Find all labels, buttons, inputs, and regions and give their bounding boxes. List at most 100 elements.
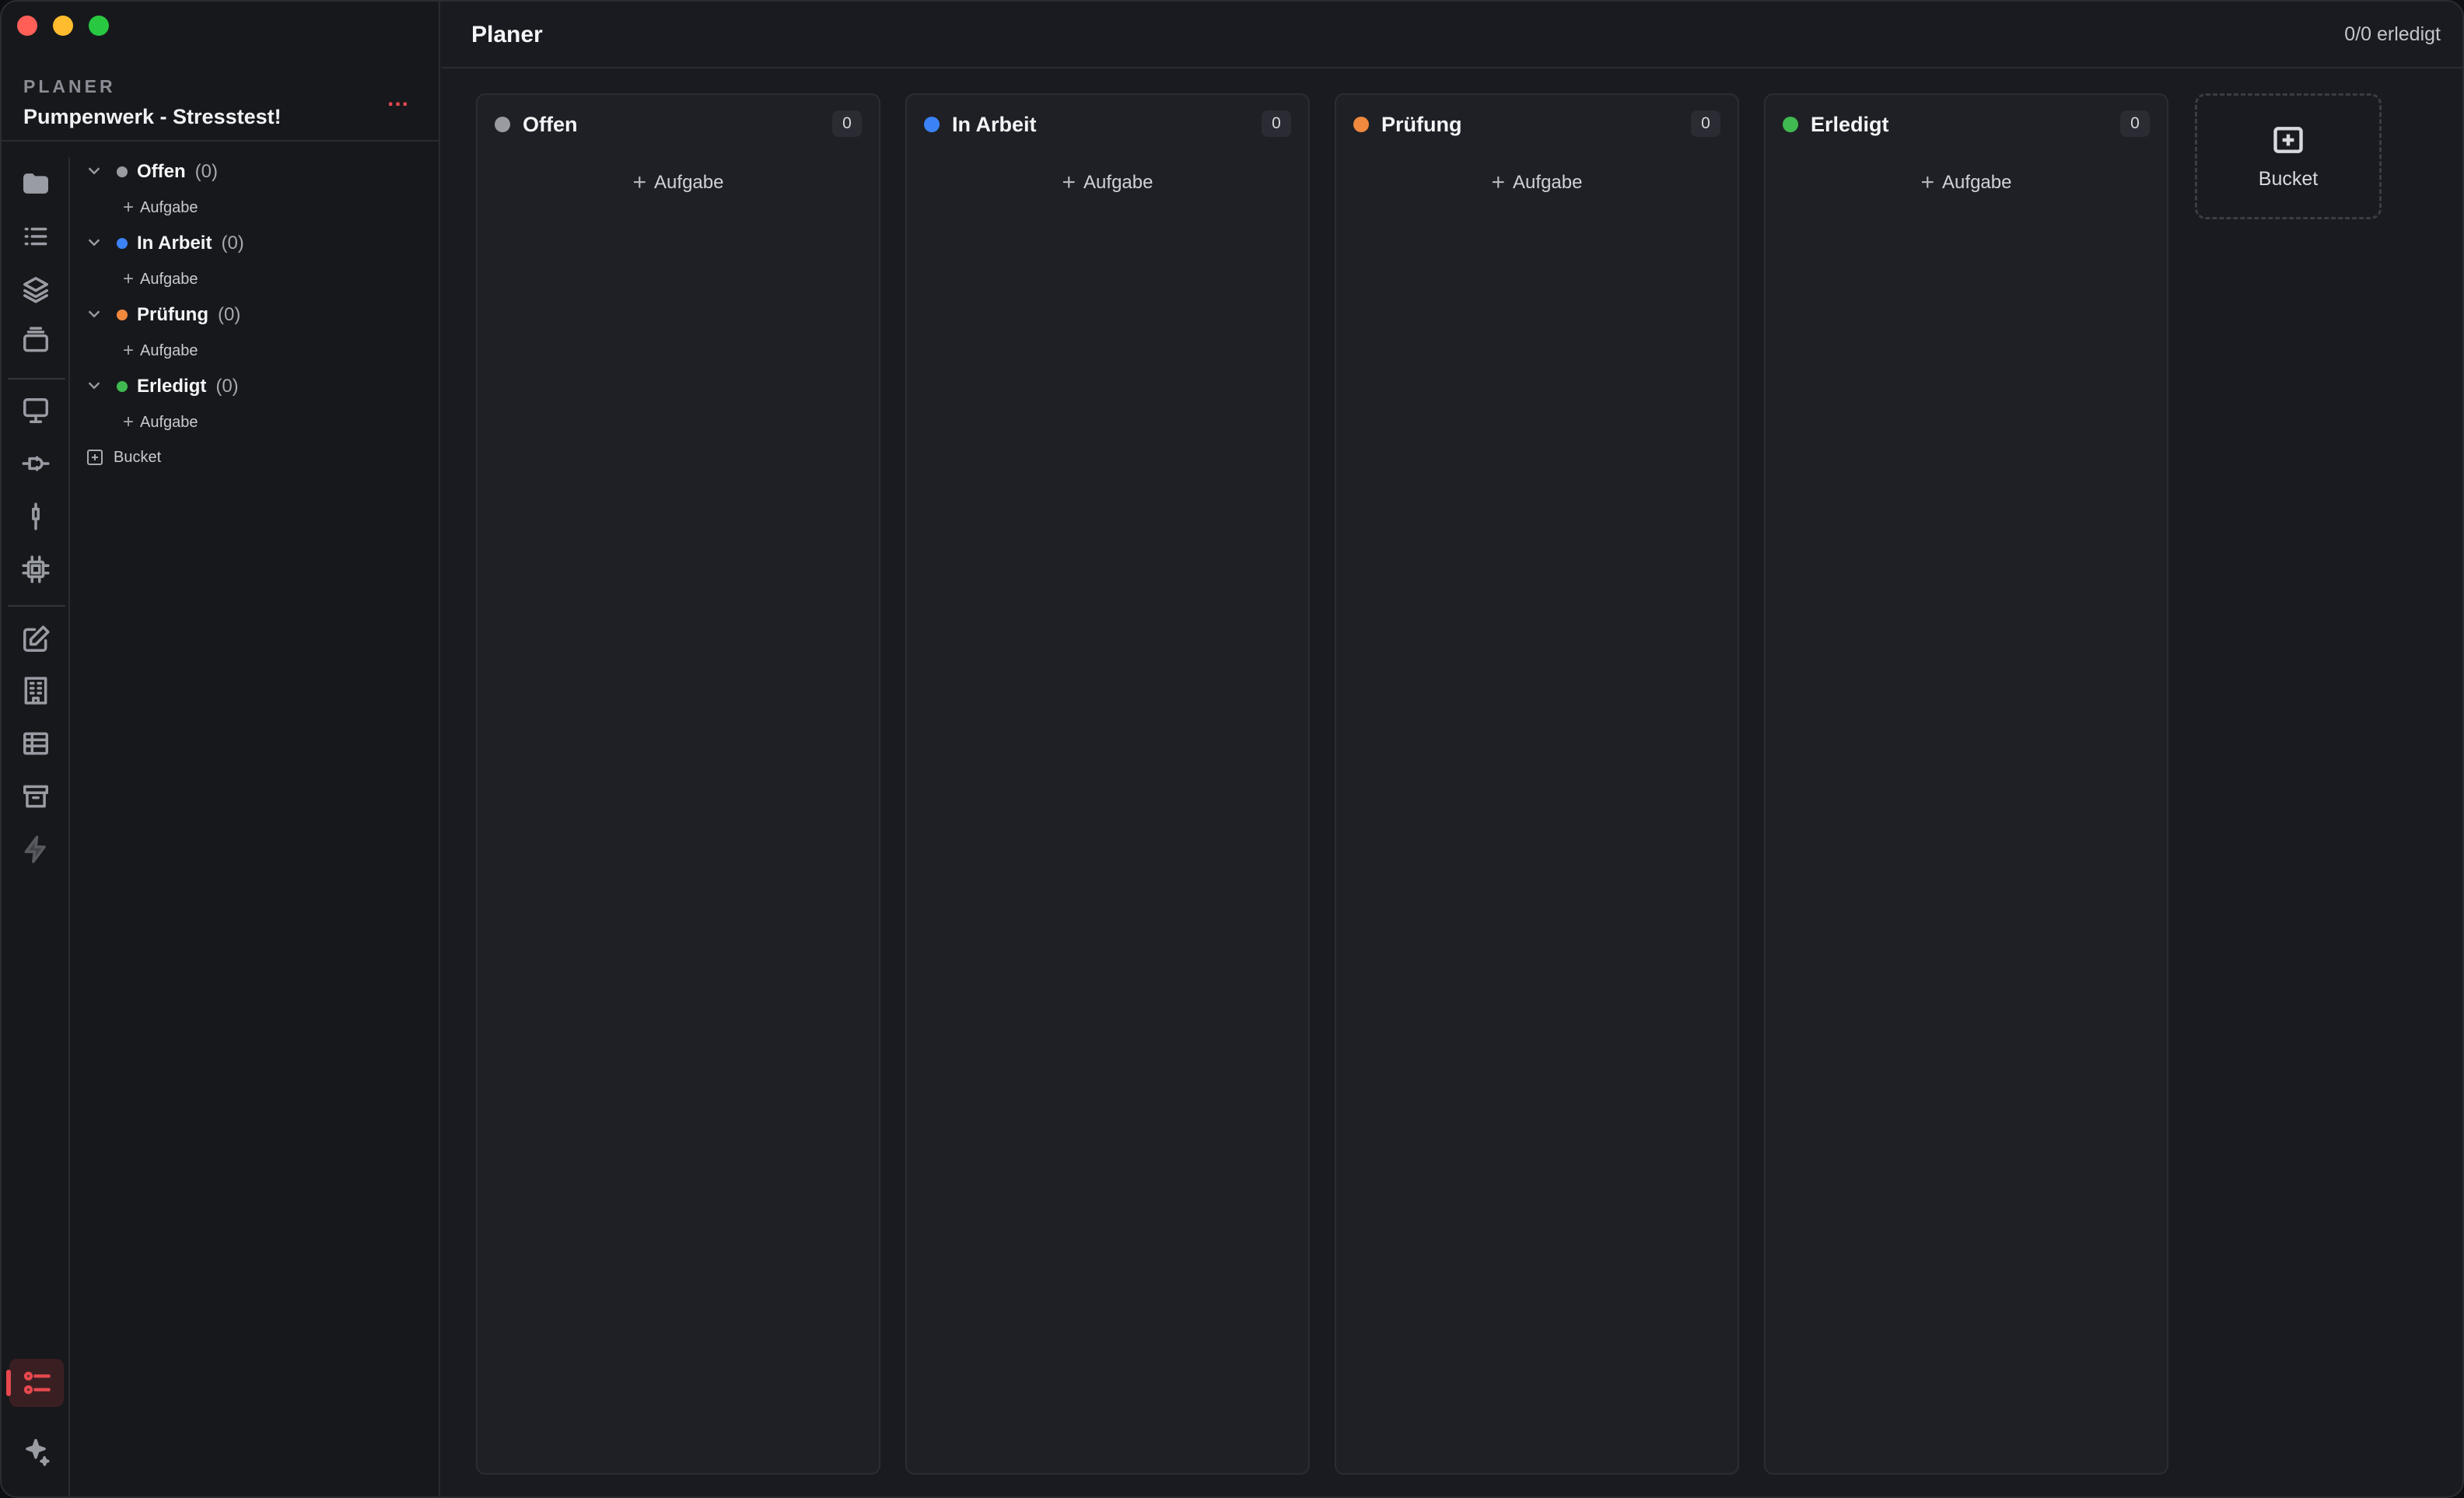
maximize-window-button[interactable] — [89, 16, 109, 36]
sidebar-divider — [2, 140, 439, 142]
plus-icon: + — [123, 340, 135, 361]
planner-icon[interactable] — [6, 1359, 64, 1407]
bolt-icon[interactable] — [19, 832, 53, 866]
chevron-down-icon[interactable] — [86, 162, 106, 182]
list-icon[interactable] — [19, 219, 53, 254]
column-header[interactable]: Offen 0 — [495, 109, 862, 140]
tree-group-offen[interactable]: Offen (0) — [86, 154, 436, 190]
add-task-label: Aufgabe — [1513, 172, 1583, 193]
add-bucket-button[interactable]: Bucket — [2195, 93, 2382, 219]
tree-group-count: (0) — [217, 304, 241, 325]
column-title: Prüfung — [1381, 112, 1462, 136]
status-dot — [117, 310, 128, 320]
tree-group-count: (0) — [215, 376, 239, 397]
plus-icon: + — [632, 170, 647, 195]
count-badge: 0 — [1262, 110, 1291, 137]
add-task-label: Aufgabe — [654, 172, 724, 193]
completion-status: 0/0 erledigt — [2344, 23, 2441, 45]
count-badge: 0 — [832, 110, 862, 137]
tree-group-label: Erledigt — [137, 376, 207, 397]
main-content: Planer 0/0 erledigt Offen 0 + Aufgabe In… — [442, 2, 2462, 1496]
add-task-button[interactable]: + Aufgabe — [1336, 163, 1738, 202]
bucket-tree: Offen (0) + Aufgabe In Arbeit (0) + Aufg… — [86, 154, 436, 474]
rail-divider — [8, 605, 65, 607]
tree-group-label: Prüfung — [137, 304, 208, 325]
plus-icon: + — [1920, 170, 1935, 195]
table-icon[interactable] — [19, 726, 53, 761]
add-task-button[interactable]: + Aufgabe — [86, 333, 436, 369]
column-title: Offen — [523, 112, 578, 136]
board-column-offen: Offen 0 + Aufgabe — [476, 93, 880, 1475]
add-task-button[interactable]: + Aufgabe — [86, 261, 436, 297]
plus-icon: + — [123, 268, 135, 289]
column-title: In Arbeit — [952, 112, 1037, 136]
column-title: Erledigt — [1811, 112, 1889, 136]
add-task-button[interactable]: + Aufgabe — [478, 163, 879, 202]
tree-group-count: (0) — [221, 233, 244, 254]
column-header[interactable]: In Arbeit 0 — [924, 109, 1291, 140]
add-task-button[interactable]: + Aufgabe — [86, 404, 436, 440]
archive-icon[interactable] — [19, 779, 53, 814]
tree-group-in-arbeit[interactable]: In Arbeit (0) — [86, 226, 436, 261]
add-bucket-tree-button[interactable]: Bucket — [86, 440, 436, 474]
plus-icon: + — [1062, 170, 1076, 195]
board-column-erledigt: Erledigt 0 + Aufgabe — [1764, 93, 2168, 1475]
rail-divider — [8, 378, 65, 380]
add-bucket-label: Bucket — [2258, 167, 2319, 190]
app-window: PLANER Pumpenwerk - Stresstest! ... Offe… — [0, 0, 2464, 1498]
plus-icon: + — [1491, 170, 1506, 195]
tree-group-label: In Arbeit — [137, 233, 212, 254]
pin-icon[interactable] — [19, 499, 53, 534]
board-column-in-arbeit: In Arbeit 0 + Aufgabe — [905, 93, 1310, 1475]
chevron-down-icon[interactable] — [86, 305, 106, 325]
board-column-pruefung: Prüfung 0 + Aufgabe — [1335, 93, 1739, 1475]
column-header[interactable]: Prüfung 0 — [1353, 109, 1720, 140]
tree-group-pruefung[interactable]: Prüfung (0) — [86, 297, 436, 333]
plug-icon[interactable] — [19, 446, 53, 481]
column-header[interactable]: Erledigt 0 — [1783, 109, 2150, 140]
add-task-label: Aufgabe — [140, 413, 198, 431]
status-dot — [495, 117, 510, 132]
add-task-button[interactable]: + Aufgabe — [1766, 163, 2167, 202]
edit-icon[interactable] — [19, 622, 53, 656]
stack-icon[interactable] — [19, 324, 53, 358]
status-dot — [117, 381, 128, 392]
chip-icon[interactable] — [19, 552, 53, 586]
plus-icon: + — [123, 197, 135, 218]
add-box-icon — [2273, 126, 2303, 153]
add-task-label: Aufgabe — [140, 270, 198, 288]
folder-icon[interactable] — [19, 166, 53, 201]
top-bar: Planer 0/0 erledigt — [442, 2, 2462, 68]
add-bucket-label: Bucket — [114, 448, 162, 466]
tree-group-label: Offen — [137, 161, 186, 182]
minimize-window-button[interactable] — [53, 16, 73, 36]
project-title: Pumpenwerk - Stresstest! — [23, 105, 282, 128]
plus-icon: + — [123, 411, 135, 432]
page-title: Planer — [471, 22, 543, 47]
status-dot — [117, 238, 128, 249]
add-task-button[interactable]: + Aufgabe — [907, 163, 1308, 202]
add-task-label: Aufgabe — [1942, 172, 2012, 193]
add-task-label: Aufgabe — [1083, 172, 1153, 193]
tree-group-count: (0) — [194, 161, 219, 182]
tree-group-erledigt[interactable]: Erledigt (0) — [86, 369, 436, 404]
add-box-icon — [87, 450, 103, 465]
monitor-icon[interactable] — [19, 394, 53, 428]
status-dot — [1353, 117, 1369, 132]
status-dot — [1783, 117, 1798, 132]
sidebar-kicker: PLANER — [23, 76, 116, 96]
close-window-button[interactable] — [17, 16, 37, 36]
sparkle-icon[interactable] — [19, 1434, 53, 1468]
status-dot — [117, 166, 128, 177]
window-controls — [17, 16, 109, 36]
building-icon[interactable] — [19, 674, 53, 708]
add-task-button[interactable]: + Aufgabe — [86, 190, 436, 226]
count-badge: 0 — [2120, 110, 2150, 137]
add-task-label: Aufgabe — [140, 341, 198, 359]
layers-icon[interactable] — [19, 272, 53, 306]
chevron-down-icon[interactable] — [86, 376, 106, 397]
more-options-button[interactable]: ... — [387, 86, 409, 112]
count-badge: 0 — [1691, 110, 1720, 137]
add-task-label: Aufgabe — [140, 198, 198, 216]
chevron-down-icon[interactable] — [86, 233, 106, 254]
